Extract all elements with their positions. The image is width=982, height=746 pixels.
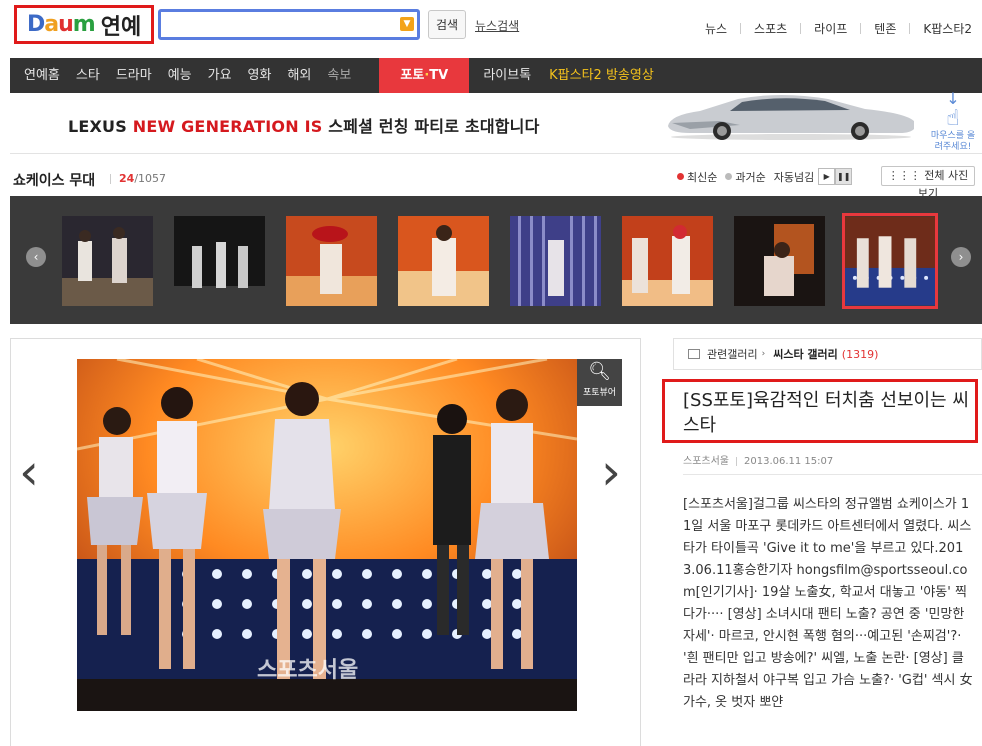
news-search-link[interactable]: 뉴스검색 [475,17,519,34]
nav-item-star[interactable]: 스타 [68,58,108,93]
top-link-kpopstar[interactable]: K팝스타2 [910,20,972,37]
autoplay-controls: ▶ ❚❚ [818,168,853,185]
showcase-count: 24/1057 [110,172,166,185]
nav-item-live-talk[interactable]: 라이브톡 [473,58,541,93]
banner-text: LEXUS NEW GENERATION IS 스페셜 런칭 파티로 초대합니다 [68,113,540,137]
search-button[interactable]: 검색 [428,10,466,39]
banner-copy: 스페셜 런칭 파티로 초대합니다 [328,117,540,136]
autoplay-label: 자동넘김 [773,170,815,184]
related-gallery[interactable]: 관련갤러리 › 씨스타 갤러리 (1319) [673,338,982,370]
concert-photo: 스포츠서울 [77,359,577,711]
nav-item-overseas[interactable]: 해외 [279,58,319,93]
sort-oldest-dot [725,173,733,180]
sort-newest-dot [677,173,684,180]
top-link-life[interactable]: 라이프 [801,20,860,37]
photo-watermark: 스포츠서울 [257,658,358,683]
thumbnail[interactable] [174,216,265,306]
chevron-left-icon[interactable]: ‹ [26,247,46,267]
logo-section-label: 연예 [100,14,142,40]
daum-logo: Daum [27,12,96,37]
top-link-news[interactable]: 뉴스 [692,20,740,37]
mouse-hint: ↓ ☝ 마우스를 올려주세요! [928,91,978,153]
down-arrow-icon: ↓ [946,89,960,108]
daum-entertainment-logo[interactable]: Daum 연예 [14,5,154,44]
large-chevron-right-icon[interactable]: › [601,443,621,501]
thumbnail-strip: ‹ › [10,196,982,324]
main-nav: 연예홈 스타 드라마 예능 가요 영화 해외 속보 포토·TV 라이브톡 K팝스… [10,58,982,93]
thumbnail[interactable] [622,216,713,306]
chevron-right-icon[interactable]: › [951,247,971,267]
search-box[interactable]: ▼ [158,9,420,40]
divider [683,474,982,475]
main-photo[interactable]: 스포츠서울 [77,359,577,711]
related-gallery-label: 관련갤러리 [707,348,758,361]
play-icon[interactable]: ▶ [818,168,836,185]
nav-item-music[interactable]: 가요 [200,58,240,93]
thumbnail-image [622,216,713,306]
nav-item-photo-tv[interactable]: 포토·TV [379,58,470,93]
nav-item-kpop-video[interactable]: K팝스타2 방송영상 [541,58,662,93]
thumbnail-image [734,216,825,306]
chevron-right-icon: › [761,349,766,359]
article-meta: 스포츠서울 2013.06.11 15:07 [683,452,833,467]
thumbnail[interactable] [62,216,153,306]
sort-newest[interactable]: 최신순 [677,169,717,185]
article-body: [스포츠서울]걸그룹 씨스타의 정규앨범 쇼케이스가 11일 서울 마포구 롯데… [683,497,973,710]
banner-brand: LEXUS [68,117,127,136]
grid-icon: ⋮⋮⋮ [887,169,921,182]
magnifier-icon: 🔍︎ [588,361,611,382]
nav-item-breaking[interactable]: 속보 [319,58,359,93]
nav-item-home[interactable]: 연예홈 [10,58,68,93]
article-title: [SS포토]육감적인 터치춤 선보이는 씨스타 [662,379,978,443]
photo-viewer-label: 포토뷰어 [582,388,617,398]
photo-viewer-button[interactable]: 🔍︎ 포토뷰어 [577,359,622,406]
nav-item-movie[interactable]: 영화 [240,58,280,93]
chevron-down-icon[interactable]: ▼ [400,17,414,31]
showcase-title: 쇼케이스 무대 [13,173,96,189]
showcase-total: /1057 [134,172,167,185]
mouse-hint-text: 마우스를 올려주세요! [930,131,976,152]
top-link-sports[interactable]: 스포츠 [741,20,800,37]
photo-tv-suffix: TV [429,68,449,83]
large-chevron-left-icon[interactable]: ‹ [19,443,39,501]
thumbnail-image [62,216,153,306]
showcase-options: 최신순 과거순 자동넘김 ▶ ❚❚ [677,168,853,185]
sort-newest-label: 최신순 [687,170,718,184]
gallery-count: (1319) [841,347,879,361]
banner-highlight: NEW GENERATION IS [132,117,323,136]
search-input[interactable] [161,12,391,36]
pointing-hand-icon: ☝ [946,106,960,131]
nav-item-variety[interactable]: 예능 [160,58,200,93]
thumbnail[interactable] [734,216,825,306]
gallery-name[interactable]: 씨스타 갤러리 [773,346,838,362]
nav-item-drama[interactable]: 드라마 [108,58,160,93]
photo-viewer: ‹ 스포츠서울 🔍︎ 포토뷰어 › [10,338,641,746]
divider [110,174,111,184]
divider [736,456,737,466]
article-source: 스포츠서울 [683,456,729,467]
car-image [668,95,914,140]
showcase-current: 24 [119,172,135,185]
photo-tv-label: 포토 [400,68,425,83]
gallery-icon [688,349,700,359]
pause-icon[interactable]: ❚❚ [835,168,853,185]
thumbnail[interactable] [398,216,489,306]
top-link-tenzone[interactable]: 텐존 [861,20,909,37]
thumbnail-image [510,216,601,306]
thumbnail[interactable] [286,216,377,306]
thumbnail-image [398,216,489,306]
thumbnail[interactable] [510,216,601,306]
thumbnail-image [845,216,935,306]
sort-oldest[interactable]: 과거순 [725,169,766,185]
top-links: 뉴스 스포츠 라이프 텐존 K팝스타2 [692,20,972,37]
thumbnail-image [286,216,377,306]
thumbnail-selected[interactable] [842,213,938,309]
lexus-ad-banner[interactable]: LEXUS NEW GENERATION IS 스페셜 런칭 파티로 초대합니다… [10,91,982,154]
sort-oldest-label: 과거순 [735,170,766,184]
thumbnail-image [174,216,265,306]
article-date: 2013.06.11 15:07 [744,456,834,467]
all-photos-button[interactable]: ⋮⋮⋮ 전체 사진 보기 [881,166,975,200]
